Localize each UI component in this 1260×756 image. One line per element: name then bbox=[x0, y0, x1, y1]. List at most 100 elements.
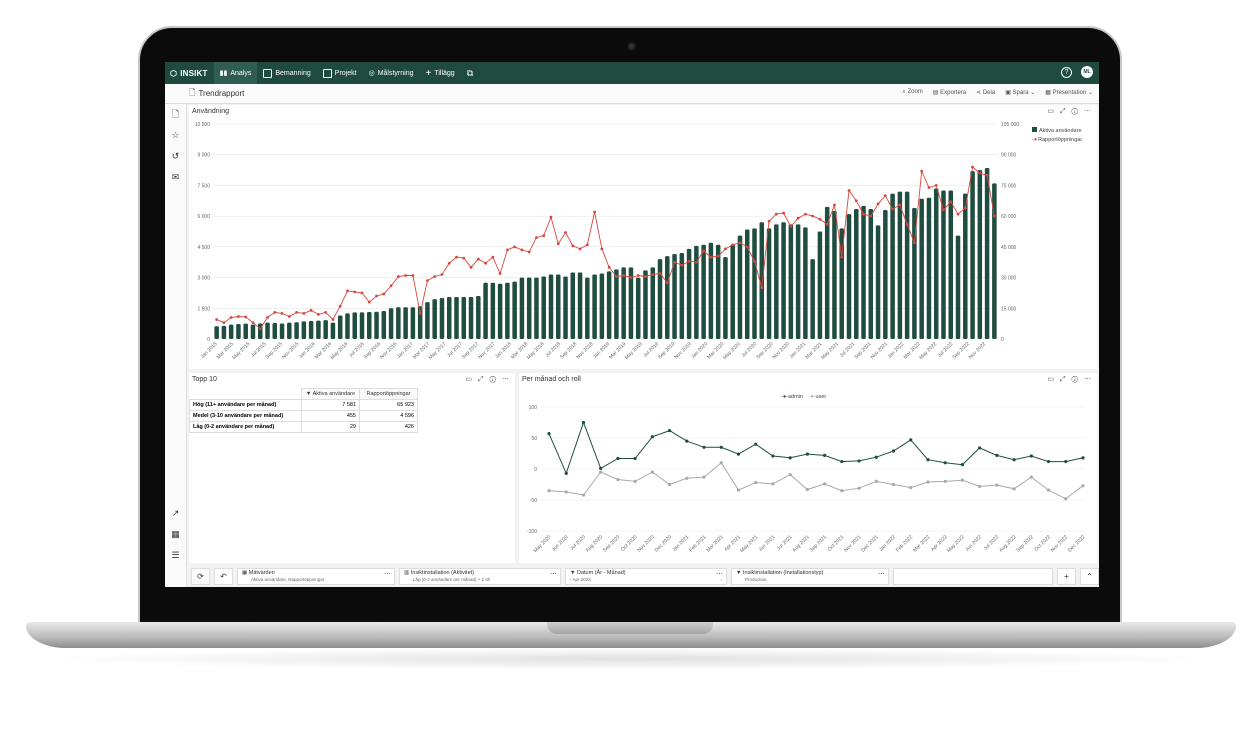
column-header[interactable]: Rapportöppningar bbox=[359, 388, 418, 400]
export-button[interactable]: ▤ Exportera bbox=[933, 89, 966, 96]
mail-icon[interactable]: ✉ bbox=[170, 172, 181, 183]
collapse-button[interactable]: ⌃ bbox=[1080, 567, 1099, 585]
x-tick-label: Mar 2021 bbox=[705, 534, 724, 553]
help-icon[interactable]: ? bbox=[1061, 66, 1072, 78]
chevron-left-icon[interactable]: ‹ bbox=[570, 577, 572, 582]
laptop-notch bbox=[547, 622, 713, 634]
refresh-button[interactable]: ⟳ bbox=[191, 567, 210, 585]
table-row[interactable]: Hög (11+ användare per månad) 7 581 65 9… bbox=[189, 399, 418, 411]
list-icon bbox=[322, 68, 332, 78]
point bbox=[244, 315, 248, 319]
bar bbox=[643, 270, 648, 339]
bar bbox=[606, 271, 612, 339]
more-icon[interactable]: ⋯ bbox=[550, 570, 557, 578]
new-window-button[interactable]: ⧉ bbox=[461, 62, 479, 84]
point bbox=[760, 286, 764, 290]
bar bbox=[875, 225, 881, 339]
point bbox=[694, 260, 698, 264]
y-left-tick-label: 10 500 bbox=[195, 122, 211, 128]
point bbox=[788, 456, 792, 460]
bar bbox=[425, 302, 430, 339]
save-button[interactable]: ▣ Spara ⌄ bbox=[1005, 89, 1035, 96]
filter-chip[interactable]: ▼ Datum (År - Månad) ‹ Apr 2023 › ⋯ bbox=[565, 567, 727, 585]
x-tick-label: May 2021 bbox=[820, 341, 840, 361]
bar bbox=[599, 273, 605, 339]
share-button[interactable]: ⋖ Dela bbox=[976, 89, 995, 96]
bar bbox=[781, 222, 786, 339]
row-label: Låg (0-2 användare per månad) bbox=[189, 421, 302, 433]
star-icon[interactable]: ☆ bbox=[170, 130, 181, 141]
more-icon[interactable]: ⋯ bbox=[384, 570, 391, 578]
point bbox=[251, 321, 255, 325]
plus-icon: + bbox=[425, 67, 432, 79]
empty-filter-slot[interactable] bbox=[893, 567, 1053, 585]
point bbox=[971, 165, 974, 169]
bar bbox=[846, 214, 852, 339]
sliders-icon[interactable]: ☰ bbox=[170, 550, 181, 561]
filter-icon: ▼ bbox=[570, 569, 576, 576]
filter-chip[interactable]: ▥ Insiktinstallation (Aktivitet) Låg (0-… bbox=[399, 567, 561, 585]
point bbox=[891, 482, 896, 487]
bar bbox=[665, 256, 670, 339]
bar bbox=[308, 320, 314, 339]
x-tick-label: Nov 2022 bbox=[968, 341, 988, 361]
filter-title: Datum (År - Månad) bbox=[576, 569, 626, 576]
axis-icon[interactable]: ↗ bbox=[170, 508, 181, 519]
history-icon[interactable]: ↺ bbox=[170, 151, 181, 162]
target-icon: ◎ bbox=[368, 70, 375, 77]
point bbox=[273, 310, 277, 314]
more-icon[interactable]: ⋯ bbox=[878, 570, 885, 578]
y-right-tick-label: 75 000 bbox=[1001, 183, 1017, 189]
nav-tillagg[interactable]: + Tillägg bbox=[419, 62, 460, 84]
point bbox=[942, 208, 945, 212]
bar bbox=[795, 224, 801, 339]
avatar[interactable]: ML bbox=[1081, 66, 1093, 78]
point bbox=[331, 318, 335, 321]
panel-tools[interactable]: ▭ ⤢ ⓘ ⋯ bbox=[465, 375, 511, 384]
x-tick-label: Nov 2015 bbox=[281, 341, 301, 361]
point bbox=[926, 458, 930, 462]
filter-chip[interactable]: ▼ Insiktinstallation (Installationstyp) … bbox=[731, 567, 889, 585]
y-right-tick-label: 105 000 bbox=[1001, 122, 1019, 128]
x-tick-label: Aug 2021 bbox=[791, 534, 811, 554]
point bbox=[1012, 487, 1016, 491]
undo-button[interactable]: ↶ bbox=[214, 567, 233, 585]
table-row[interactable]: Medel (3-10 användare per månad) 455 4 5… bbox=[189, 410, 418, 422]
nav-bemanning[interactable]: Bemanning bbox=[257, 62, 316, 84]
point bbox=[266, 316, 269, 319]
cell: 29 bbox=[301, 421, 360, 433]
bar bbox=[657, 259, 663, 339]
point bbox=[1064, 459, 1068, 464]
point bbox=[258, 327, 262, 331]
point bbox=[1029, 475, 1033, 479]
bar bbox=[381, 310, 387, 339]
nav-malstyrning[interactable]: ◎ Målstyrning bbox=[363, 62, 420, 84]
nav-projekt[interactable]: Projekt bbox=[317, 62, 363, 84]
table-header: ▼ Aktiva användare Rapportöppningar bbox=[189, 388, 418, 400]
bar bbox=[592, 274, 597, 339]
calculator-icon[interactable]: ▦ bbox=[170, 529, 181, 540]
more-icon[interactable]: ⋯ bbox=[716, 570, 723, 578]
add-filter-button[interactable]: + bbox=[1057, 567, 1076, 585]
bar bbox=[214, 326, 219, 339]
presentation-button[interactable]: ▦ Presentation ⌄ bbox=[1045, 89, 1093, 96]
point bbox=[909, 438, 913, 442]
x-tick-label: Jun 2022 bbox=[964, 534, 983, 553]
column-header[interactable]: ▼ Aktiva användare bbox=[301, 388, 360, 400]
point bbox=[1046, 459, 1051, 464]
point bbox=[709, 255, 713, 259]
table-row[interactable]: Låg (0-2 användare per månad) 29 426 bbox=[189, 421, 418, 433]
filter-chip[interactable]: ▦ Mätvärden Aktiva användare, Rapportöpp… bbox=[237, 567, 395, 585]
file-icon[interactable]: 🗋 bbox=[170, 109, 181, 120]
x-tick-label: Nov 2021 bbox=[870, 341, 890, 361]
point bbox=[215, 318, 219, 321]
point bbox=[309, 308, 313, 312]
point bbox=[447, 261, 451, 265]
point bbox=[360, 291, 364, 295]
zoom-button[interactable]: ⌕ Zoom bbox=[902, 89, 922, 96]
cell: 455 bbox=[301, 410, 360, 422]
nav-analys[interactable]: ▮▮ Analys bbox=[213, 62, 258, 84]
bar bbox=[868, 208, 874, 339]
logo[interactable]: ⬡ INSIKT bbox=[165, 69, 214, 78]
point bbox=[644, 275, 647, 278]
